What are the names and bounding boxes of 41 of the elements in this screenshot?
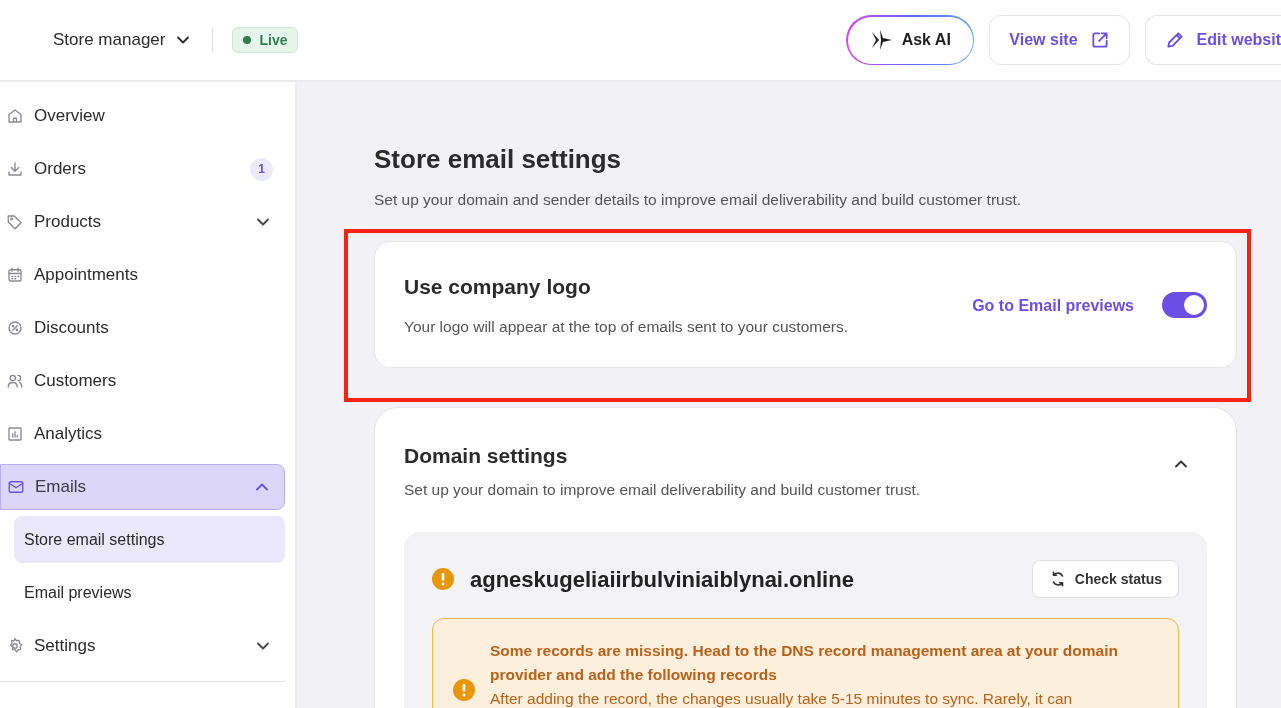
logo-toggle[interactable]	[1162, 291, 1207, 318]
warning-title: Some records are missing. Head to the DNS record management area at your domain provider and add the following records	[490, 641, 1119, 685]
check-status-button[interactable]: Check status	[1031, 560, 1179, 598]
calendar-icon	[6, 266, 24, 284]
sidebar-item[interactable]: Settings	[0, 623, 285, 669]
sidebar-item[interactable]: Discounts	[0, 305, 285, 351]
count-badge: 1	[250, 157, 273, 181]
chart-icon	[6, 425, 24, 443]
domain-name: agneskugeliaiirbulviniaiblynai.online	[470, 565, 855, 594]
store-switcher[interactable]: Store manager	[53, 27, 194, 53]
warning-icon	[432, 568, 454, 590]
tag-icon	[6, 213, 24, 231]
sidebar-item[interactable]: Emails	[0, 464, 285, 510]
sidebar-item[interactable]: Appointments	[0, 252, 285, 298]
sidebar-item[interactable]: Overview	[0, 93, 285, 139]
external-link-icon	[1089, 30, 1110, 50]
card-description: Set up your domain to improve email deliverability and build customer trust.	[404, 479, 922, 500]
status-badge: Live	[232, 27, 299, 53]
page-title: Store email settings	[374, 143, 623, 176]
card-description: Your logo will appear at the top of emails sent to your customers.	[404, 316, 849, 337]
card-title: Use company logo	[404, 274, 592, 301]
sidebar-item[interactable]: Products	[0, 199, 285, 245]
sidebar-subitem[interactable]: Store email settings	[14, 516, 285, 563]
users-icon	[6, 372, 24, 390]
view-site-button[interactable]: View site	[989, 15, 1130, 65]
warning-icon	[453, 679, 475, 701]
sidebar-subitem[interactable]: Email previews	[14, 569, 285, 616]
sidebar-item[interactable]: Customers	[0, 358, 285, 404]
edit-website-button[interactable]: Edit websit	[1144, 15, 1281, 65]
mail-icon	[7, 478, 25, 496]
pencil-icon	[1164, 30, 1185, 50]
sidebar-item[interactable]: Analytics	[0, 411, 285, 457]
page-subtitle: Set up your domain and sender details to improve email deliverability and build customer trust.	[374, 190, 1023, 210]
download-icon	[6, 160, 24, 178]
email-previews-link[interactable]: Go to Email previews	[972, 293, 1134, 318]
card-title: Domain settings	[404, 443, 569, 470]
ask-ai-button[interactable]: Ask AI	[847, 16, 973, 64]
discount-icon	[6, 319, 24, 337]
warning-text: After adding the record, the changes usually take 5-15 minutes to sync. Rarely, it can	[490, 689, 1074, 708]
home-icon	[6, 107, 24, 125]
sidebar-item[interactable]: Orders 1	[0, 146, 285, 192]
